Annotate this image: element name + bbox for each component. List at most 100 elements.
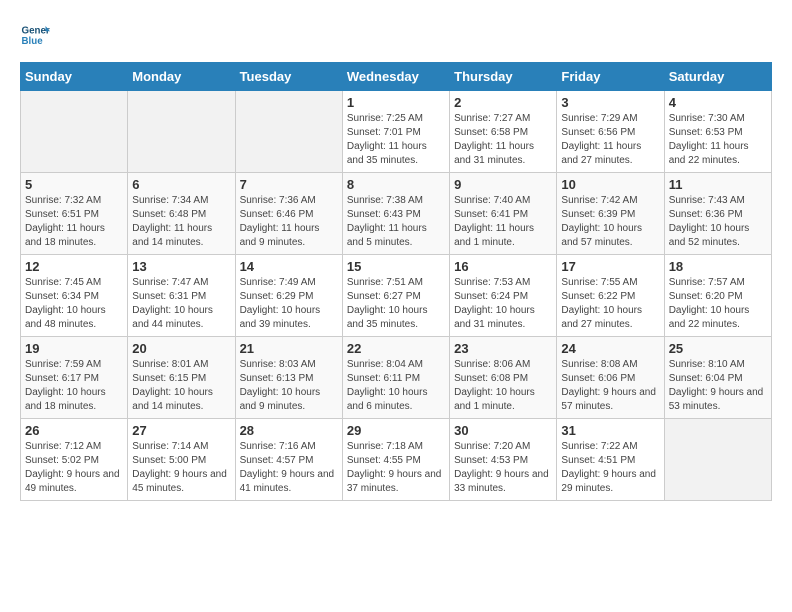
day-info: Sunrise: 7:27 AM Sunset: 6:58 PM Dayligh…: [454, 112, 552, 168]
day-info: Sunrise: 7:59 AM Sunset: 6:17 PM Dayligh…: [25, 358, 123, 414]
day-number: 17: [561, 259, 659, 274]
day-info: Sunrise: 7:55 AM Sunset: 6:22 PM Dayligh…: [561, 276, 659, 332]
day-number: 27: [132, 423, 230, 438]
calendar-cell: [21, 91, 128, 173]
day-info: Sunrise: 7:53 AM Sunset: 6:24 PM Dayligh…: [454, 276, 552, 332]
calendar-cell: 27 Sunrise: 7:14 AM Sunset: 5:00 PM Dayli…: [128, 419, 235, 501]
day-number: 13: [132, 259, 230, 274]
day-info: Sunrise: 7:38 AM Sunset: 6:43 PM Dayligh…: [347, 194, 445, 250]
day-info: Sunrise: 7:32 AM Sunset: 6:51 PM Dayligh…: [25, 194, 123, 250]
calendar-cell: 5 Sunrise: 7:32 AM Sunset: 6:51 PM Daylig…: [21, 173, 128, 255]
calendar-cell: 24 Sunrise: 8:08 AM Sunset: 6:06 PM Dayli…: [557, 337, 664, 419]
calendar-cell: 14Sunrise: 7:49 AM Sunset: 6:29 PM Dayli…: [235, 255, 342, 337]
calendar-cell: 29 Sunrise: 7:18 AM Sunset: 4:55 PM Dayli…: [342, 419, 449, 501]
col-header-monday: Monday: [128, 63, 235, 91]
day-info: Sunrise: 8:01 AM Sunset: 6:15 PM Dayligh…: [132, 358, 230, 414]
day-info: Sunrise: 7:34 AM Sunset: 6:48 PM Dayligh…: [132, 194, 230, 250]
day-number: 9: [454, 177, 552, 192]
calendar-cell: 4 Sunrise: 7:30 AM Sunset: 6:53 PM Daylig…: [664, 91, 771, 173]
day-info: Sunrise: 7:22 AM Sunset: 4:51 PM Dayligh…: [561, 440, 659, 496]
calendar-cell: 13 Sunrise: 7:47 AM Sunset: 6:31 PM Dayli…: [128, 255, 235, 337]
calendar-cell: 8 Sunrise: 7:38 AM Sunset: 6:43 PM Daylig…: [342, 173, 449, 255]
calendar-cell: 11 Sunrise: 7:43 AM Sunset: 6:36 PM Dayli…: [664, 173, 771, 255]
day-info: Sunrise: 7:25 AM Sunset: 7:01 PM Dayligh…: [347, 112, 445, 168]
col-header-sunday: Sunday: [21, 63, 128, 91]
calendar-cell: [664, 419, 771, 501]
calendar-cell: 19 Sunrise: 7:59 AM Sunset: 6:17 PM Dayli…: [21, 337, 128, 419]
day-info: Sunrise: 7:57 AM Sunset: 6:20 PM Dayligh…: [669, 276, 767, 332]
day-info: Sunrise: 8:08 AM Sunset: 6:06 PM Dayligh…: [561, 358, 659, 414]
day-number: 16: [454, 259, 552, 274]
col-header-tuesday: Tuesday: [235, 63, 342, 91]
day-info: Sunrise: 7:45 AM Sunset: 6:34 PM Dayligh…: [25, 276, 123, 332]
day-number: 29: [347, 423, 445, 438]
calendar-cell: 21 Sunrise: 8:03 AM Sunset: 6:13 PM Dayli…: [235, 337, 342, 419]
calendar-cell: [128, 91, 235, 173]
day-info: Sunrise: 7:20 AM Sunset: 4:53 PM Dayligh…: [454, 440, 552, 496]
calendar-table: SundayMondayTuesdayWednesdayThursdayFrid…: [20, 62, 772, 501]
day-number: 12: [25, 259, 123, 274]
calendar-cell: 18 Sunrise: 7:57 AM Sunset: 6:20 PM Dayli…: [664, 255, 771, 337]
day-number: 6: [132, 177, 230, 192]
day-info: Sunrise: 7:18 AM Sunset: 4:55 PM Dayligh…: [347, 440, 445, 496]
day-info: Sunrise: 7:49 AM Sunset: 6:29 PM Dayligh…: [240, 276, 338, 332]
calendar-cell: 31 Sunrise: 7:22 AM Sunset: 4:51 PM Dayli…: [557, 419, 664, 501]
calendar-cell: 3 Sunrise: 7:29 AM Sunset: 6:56 PM Daylig…: [557, 91, 664, 173]
day-info: Sunrise: 7:29 AM Sunset: 6:56 PM Dayligh…: [561, 112, 659, 168]
calendar-cell: 7Sunrise: 7:36 AM Sunset: 6:46 PM Daylig…: [235, 173, 342, 255]
day-number: 20: [132, 341, 230, 356]
day-number: 2: [454, 95, 552, 110]
day-info: Sunrise: 7:14 AM Sunset: 5:00 PM Dayligh…: [132, 440, 230, 496]
calendar-cell: 15 Sunrise: 7:51 AM Sunset: 6:27 PM Dayli…: [342, 255, 449, 337]
day-number: 31: [561, 423, 659, 438]
calendar-cell: 16 Sunrise: 7:53 AM Sunset: 6:24 PM Dayli…: [450, 255, 557, 337]
day-info: Sunrise: 7:12 AM Sunset: 5:02 PM Dayligh…: [25, 440, 123, 496]
day-number: 4: [669, 95, 767, 110]
day-info: Sunrise: 7:43 AM Sunset: 6:36 PM Dayligh…: [669, 194, 767, 250]
day-number: 19: [25, 341, 123, 356]
day-number: 10: [561, 177, 659, 192]
day-number: 24: [561, 341, 659, 356]
day-number: 1: [347, 95, 445, 110]
calendar-cell: 17 Sunrise: 7:55 AM Sunset: 6:22 PM Dayli…: [557, 255, 664, 337]
col-header-saturday: Saturday: [664, 63, 771, 91]
calendar-cell: 20 Sunrise: 8:01 AM Sunset: 6:15 PM Dayli…: [128, 337, 235, 419]
day-number: 11: [669, 177, 767, 192]
day-number: 28: [240, 423, 338, 438]
calendar-cell: 10 Sunrise: 7:42 AM Sunset: 6:39 PM Dayli…: [557, 173, 664, 255]
calendar-cell: 28 Sunrise: 7:16 AM Sunset: 4:57 PM Dayli…: [235, 419, 342, 501]
day-number: 26: [25, 423, 123, 438]
calendar-cell: [235, 91, 342, 173]
calendar-cell: 6 Sunrise: 7:34 AM Sunset: 6:48 PM Daylig…: [128, 173, 235, 255]
day-number: 3: [561, 95, 659, 110]
day-info: Sunrise: 8:04 AM Sunset: 6:11 PM Dayligh…: [347, 358, 445, 414]
calendar-cell: 9 Sunrise: 7:40 AM Sunset: 6:41 PM Daylig…: [450, 173, 557, 255]
logo: General Blue: [20, 20, 54, 50]
day-number: 21: [240, 341, 338, 356]
svg-text:Blue: Blue: [22, 36, 44, 47]
col-header-thursday: Thursday: [450, 63, 557, 91]
day-number: 8: [347, 177, 445, 192]
calendar-cell: 2 Sunrise: 7:27 AM Sunset: 6:58 PM Daylig…: [450, 91, 557, 173]
calendar-cell: 26 Sunrise: 7:12 AM Sunset: 5:02 PM Dayli…: [21, 419, 128, 501]
day-info: Sunrise: 7:47 AM Sunset: 6:31 PM Dayligh…: [132, 276, 230, 332]
day-info: Sunrise: 7:30 AM Sunset: 6:53 PM Dayligh…: [669, 112, 767, 168]
calendar-cell: 30Sunrise: 7:20 AM Sunset: 4:53 PM Dayli…: [450, 419, 557, 501]
day-info: Sunrise: 7:40 AM Sunset: 6:41 PM Dayligh…: [454, 194, 552, 250]
day-info: Sunrise: 8:06 AM Sunset: 6:08 PM Dayligh…: [454, 358, 552, 414]
day-number: 15: [347, 259, 445, 274]
day-number: 18: [669, 259, 767, 274]
day-info: Sunrise: 7:51 AM Sunset: 6:27 PM Dayligh…: [347, 276, 445, 332]
day-info: Sunrise: 7:36 AM Sunset: 6:46 PM Dayligh…: [240, 194, 338, 250]
col-header-wednesday: Wednesday: [342, 63, 449, 91]
day-number: 5: [25, 177, 123, 192]
calendar-cell: 22 Sunrise: 8:04 AM Sunset: 6:11 PM Dayli…: [342, 337, 449, 419]
day-info: Sunrise: 7:16 AM Sunset: 4:57 PM Dayligh…: [240, 440, 338, 496]
day-info: Sunrise: 8:03 AM Sunset: 6:13 PM Dayligh…: [240, 358, 338, 414]
col-header-friday: Friday: [557, 63, 664, 91]
day-info: Sunrise: 7:42 AM Sunset: 6:39 PM Dayligh…: [561, 194, 659, 250]
calendar-cell: 1 Sunrise: 7:25 AM Sunset: 7:01 PM Daylig…: [342, 91, 449, 173]
day-number: 22: [347, 341, 445, 356]
calendar-cell: 23Sunrise: 8:06 AM Sunset: 6:08 PM Dayli…: [450, 337, 557, 419]
calendar-cell: 25Sunrise: 8:10 AM Sunset: 6:04 PM Dayli…: [664, 337, 771, 419]
